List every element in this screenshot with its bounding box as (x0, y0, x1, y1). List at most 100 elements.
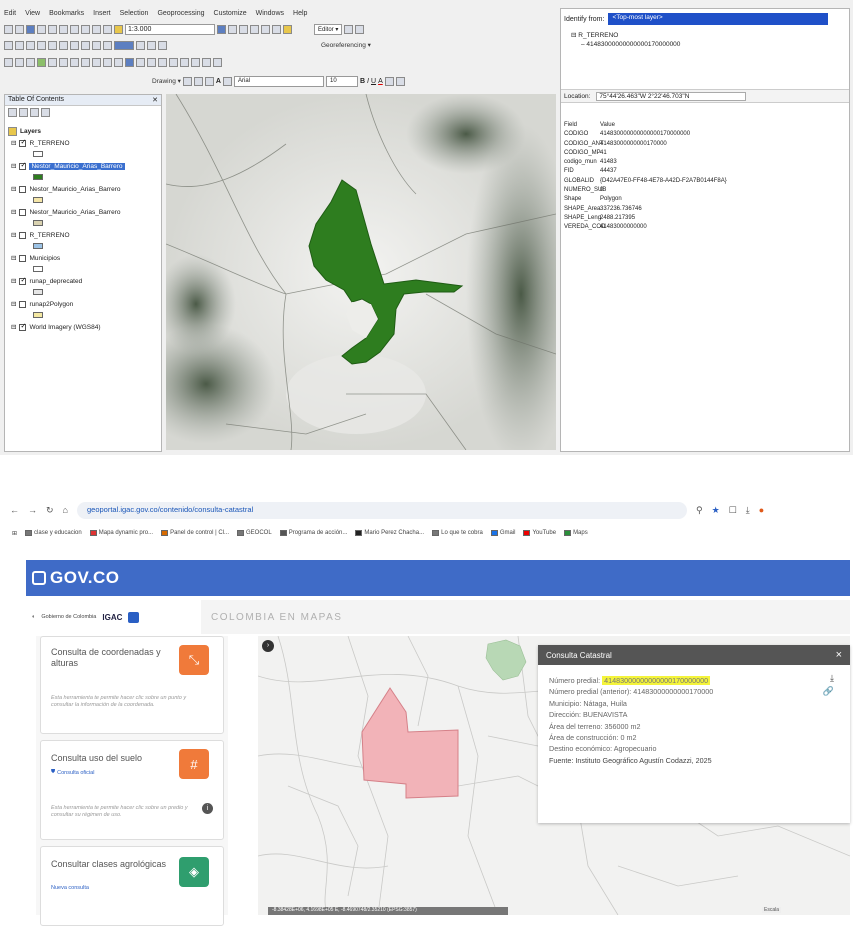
python-icon[interactable] (272, 24, 281, 34)
tool-g-icon[interactable] (70, 40, 79, 50)
profile-icon[interactable]: ● (759, 505, 764, 515)
layer-symbol-swatch[interactable] (33, 289, 43, 295)
forward-extent-icon[interactable] (81, 57, 90, 67)
menu-insert[interactable]: Insert (93, 10, 111, 17)
popup-row-value[interactable]: Agropecuario (614, 744, 657, 753)
layer-symbol-swatch[interactable] (33, 312, 43, 318)
layer-visibility-checkbox[interactable] (19, 231, 27, 239)
tool-k-icon[interactable] (136, 40, 145, 50)
toc-close-icon[interactable]: ✕ (152, 96, 158, 104)
copy-icon[interactable] (59, 24, 68, 34)
igac-logo[interactable]: IGAC (102, 613, 122, 622)
text-tool-icon[interactable]: A (216, 78, 221, 85)
toc-layer-4[interactable]: ⊟ R_TERRENO (11, 231, 70, 239)
select-elements-icon[interactable] (114, 57, 123, 67)
card-coordinates[interactable]: Consulta de coordenadas y alturas Esta h… (40, 636, 224, 734)
land-use-icon[interactable]: # (179, 749, 209, 779)
popup-close-icon[interactable]: × (836, 649, 842, 661)
select-features-icon[interactable] (92, 57, 101, 67)
popup-row-value[interactable]: Instituto Geográfico Agustín Codazzi, 20… (575, 756, 711, 765)
tree-root[interactable]: ⊟ R_TERRENO (571, 31, 680, 40)
arctoolbox-icon[interactable] (261, 24, 270, 34)
attribute-row[interactable]: SHAPE_Area 337236.736746 (564, 205, 727, 214)
layer-name[interactable]: R_TERRENO (29, 232, 69, 239)
apps-icon[interactable]: ⊞ (12, 530, 17, 537)
layer-name[interactable]: Nestor_Mauricio_Arias_Barrero (29, 162, 125, 170)
map-view[interactable] (166, 94, 556, 450)
reload-icon[interactable]: ↻ (46, 505, 54, 516)
layer-visibility-checkbox[interactable] (19, 208, 27, 216)
layer-name[interactable]: Nestor_Mauricio_Arias_Barrero (29, 186, 120, 193)
list-by-source-icon[interactable] (19, 108, 28, 117)
popup-row-value[interactable]: 0 m2 (621, 733, 637, 742)
bookmark-item[interactable]: Panel de control | Cl... (161, 530, 229, 536)
toc-layers-group[interactable]: Layers (8, 127, 41, 136)
popup-row-value[interactable]: BUENAVISTA (583, 710, 627, 719)
rectangle-icon[interactable] (204, 76, 214, 86)
redo-icon[interactable] (103, 24, 112, 34)
bookmark-item[interactable]: YouTube (523, 530, 556, 536)
attribute-row[interactable]: CODIGO_ANT 41483000000000170000 (564, 140, 727, 149)
popup-row-value[interactable]: 41483000000000000170000000 (602, 676, 711, 685)
attribute-row[interactable]: SHAPE_Leng 2488.217395 (564, 214, 727, 223)
layer-color-icon[interactable] (114, 40, 134, 50)
html-popup-icon[interactable] (147, 57, 156, 67)
attribute-row[interactable]: Shape Polygon (564, 195, 727, 204)
edit-annotation-icon[interactable] (355, 24, 365, 34)
find-route-icon[interactable] (180, 57, 189, 67)
layer-name[interactable]: runap2Polygon (29, 301, 73, 308)
toc-layer-7[interactable]: ⊟ runap2Polygon (11, 300, 73, 308)
bookmark-item[interactable]: Programa de acción... (279, 530, 347, 536)
expand-icon[interactable]: ⊟ (11, 254, 16, 262)
layer-visibility-checkbox[interactable] (19, 254, 27, 262)
new-icon[interactable] (4, 24, 13, 34)
bookmark-item[interactable]: Mapa dynamic pro... (89, 530, 153, 536)
bookmark-item[interactable]: Mario Perez Chacha... (355, 530, 424, 536)
fixed-zoom-out-icon[interactable] (59, 57, 68, 67)
drawing-dropdown[interactable]: Drawing ▾ (152, 77, 181, 85)
expand-icon[interactable]: ⊟ (11, 185, 16, 193)
font-size-select[interactable]: 10 (325, 75, 358, 87)
edit-tool-icon[interactable] (344, 24, 354, 34)
list-by-drawing-order-icon[interactable] (8, 108, 17, 117)
attribute-row[interactable]: FID 44437 (564, 167, 727, 176)
info-icon[interactable]: i (202, 803, 213, 814)
scale-input[interactable]: 1:3.000 (125, 23, 215, 35)
pan-icon[interactable] (26, 57, 35, 67)
tool-d-icon[interactable] (37, 40, 46, 50)
layer-name[interactable]: runap_deprecated (29, 278, 82, 285)
expand-icon[interactable]: ⊟ (11, 162, 16, 170)
attribute-row[interactable]: GLOBALID {D42A47E0-FF48-4E78-A42D-F2A7B01… (564, 177, 727, 186)
identify-icon[interactable] (125, 57, 134, 67)
delete-icon[interactable] (81, 24, 90, 34)
layer-name[interactable]: World Imagery (WGS84) (29, 324, 100, 331)
collapse-panel-icon[interactable]: › (262, 640, 274, 652)
menu-customize[interactable]: Customize (214, 10, 247, 17)
print-icon[interactable] (37, 24, 46, 34)
layer-symbol-swatch[interactable] (33, 174, 43, 180)
measure-icon[interactable] (158, 57, 167, 67)
attribute-row[interactable]: CODIGO 414830000000000000170000000 (564, 130, 727, 139)
popup-row-value[interactable]: Nátaga, Huila (583, 699, 627, 708)
fixed-zoom-in-icon[interactable] (48, 57, 57, 67)
layer-visibility-checkbox[interactable] (19, 300, 27, 308)
find-icon[interactable] (169, 57, 178, 67)
extensions-icon[interactable]: ☐ (729, 505, 737, 516)
add-data-icon[interactable] (114, 24, 123, 34)
paste-icon[interactable] (70, 24, 79, 34)
search-window-icon[interactable] (250, 24, 259, 34)
back-icon[interactable]: ← (10, 505, 19, 515)
toc-layer-8[interactable]: ⊟ World Imagery (WGS84) (11, 322, 101, 332)
attribute-row[interactable]: CODIGO_MP 41 (564, 149, 727, 158)
gov-logo[interactable]: GOV.CO (50, 568, 119, 588)
bookmark-item[interactable]: Lo que te cobra (432, 530, 483, 536)
attribute-row[interactable]: codigo_mun 41483 (564, 158, 727, 167)
list-by-visibility-icon[interactable] (30, 108, 39, 117)
tool-f-icon[interactable] (59, 40, 68, 50)
tool-j-icon[interactable] (103, 40, 112, 50)
menu-selection[interactable]: Selection (120, 10, 149, 17)
layer-name[interactable]: Municipios (29, 255, 60, 262)
font-color-icon[interactable]: A (378, 78, 383, 85)
toc-layer-6[interactable]: ⊟ runap_deprecated (11, 276, 82, 286)
download-result-icon[interactable]: ⤓ (830, 673, 834, 684)
